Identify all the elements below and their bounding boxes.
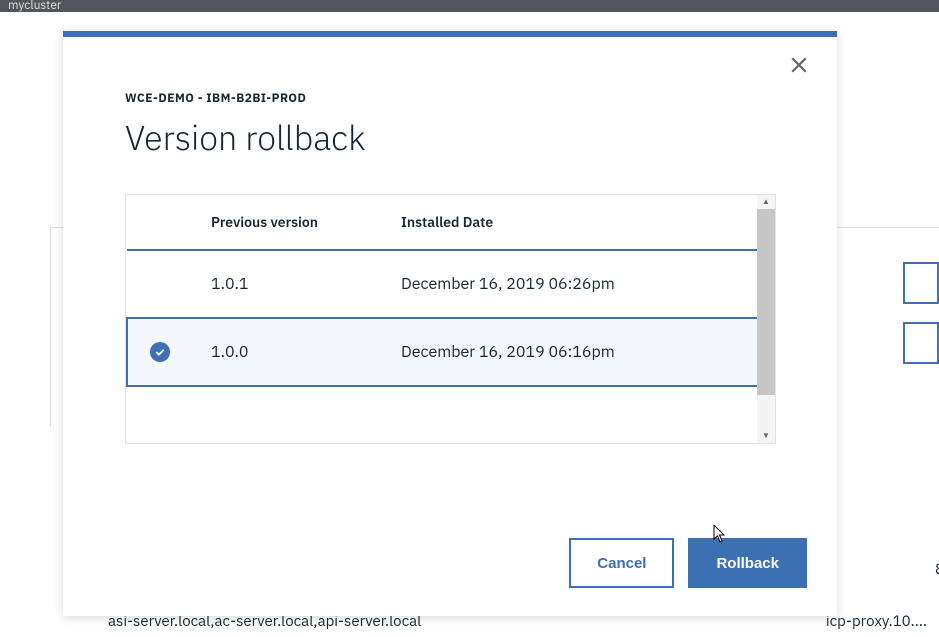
table-header-row: Previous version Installed Date — [127, 195, 774, 250]
bg-action-button-2[interactable] — [903, 322, 939, 364]
close-icon[interactable] — [787, 53, 811, 77]
col-version: Previous version — [199, 195, 389, 250]
table-scrollbar[interactable]: ▲ ▼ — [757, 195, 775, 443]
scroll-thumb[interactable] — [757, 209, 775, 395]
modal-footer: Cancel Rollback — [63, 516, 837, 616]
row-select-cell[interactable] — [127, 318, 199, 386]
table-row[interactable]: 1.0.1 December 16, 2019 06:26pm — [127, 250, 774, 318]
modal-title: Version rollback — [125, 116, 775, 160]
row-date: December 16, 2019 06:26pm — [389, 250, 774, 318]
table-scroll-area: Previous version Installed Date 1.0.1 De… — [126, 195, 775, 443]
row-version: 1.0.1 — [199, 250, 389, 318]
scroll-down-arrow-icon[interactable]: ▼ — [757, 429, 775, 443]
col-date: Installed Date — [389, 195, 774, 250]
top-bar: mycluster — [0, 0, 939, 12]
cluster-name: mycluster — [8, 0, 61, 12]
bg-action-button-1[interactable] — [903, 262, 939, 304]
modal-body: WCE-DEMO - IBM-B2BI-PROD Version rollbac… — [63, 37, 837, 516]
rollback-button[interactable]: Rollback — [688, 538, 807, 588]
scroll-up-arrow-icon[interactable]: ▲ — [757, 195, 775, 209]
version-table-wrap: Previous version Installed Date 1.0.1 De… — [125, 194, 776, 444]
table-row[interactable]: 1.0.0 December 16, 2019 06:16pm — [127, 318, 774, 386]
bg-num-text: 8 — [935, 560, 939, 579]
modal-eyebrow: WCE-DEMO - IBM-B2BI-PROD — [125, 91, 775, 106]
row-version: 1.0.0 — [199, 318, 389, 386]
selected-check-icon — [150, 342, 170, 362]
version-table: Previous version Installed Date 1.0.1 De… — [126, 195, 775, 387]
bg-proxy-text: icp-proxy.10.... — [826, 612, 927, 631]
col-select — [127, 195, 199, 250]
version-rollback-modal: WCE-DEMO - IBM-B2BI-PROD Version rollbac… — [63, 31, 837, 616]
row-select-cell[interactable] — [127, 250, 199, 318]
row-date: December 16, 2019 06:16pm — [389, 318, 774, 386]
cancel-button[interactable]: Cancel — [569, 538, 674, 588]
